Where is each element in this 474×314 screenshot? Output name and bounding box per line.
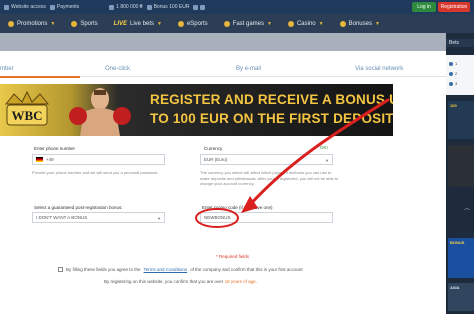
right-sidebar: Bets 1 2 3 100 ︿ BONUS ASIA xyxy=(446,33,474,314)
dice-icon xyxy=(223,20,230,27)
bonus-select[interactable]: I DON'T WANT A BONUS ▼ xyxy=(32,212,165,223)
gamepad-icon xyxy=(177,20,184,27)
phone-hint: Provide your phone number and we will se… xyxy=(32,170,158,175)
chevron-down-icon: ▼ xyxy=(325,158,329,163)
nav-bonuses[interactable]: Bonuses ▼ xyxy=(332,20,388,27)
chevron-down-icon: ▼ xyxy=(318,20,324,27)
facebook-icon[interactable] xyxy=(193,4,199,10)
registration-form: Enter phone number +49 Provide your phon… xyxy=(0,51,446,314)
gift-icon xyxy=(146,4,152,10)
bonus-label: Select a guaranteed post-registration bo… xyxy=(34,205,123,210)
overlay-backdrop xyxy=(0,33,446,51)
list-item[interactable]: 1 xyxy=(449,61,457,66)
chevron-down-icon: ▼ xyxy=(157,216,161,221)
promo-label: Enter promo code (if you have one) xyxy=(202,205,273,210)
registration-panel: mber One-click By e-mail Via social netw… xyxy=(0,51,446,314)
germany-flag-icon xyxy=(36,157,43,162)
social-icons[interactable] xyxy=(193,4,206,10)
promo-card[interactable] xyxy=(448,145,474,187)
promo-card[interactable]: ASIA xyxy=(448,283,474,311)
wallet-icon xyxy=(49,4,55,10)
nav-promotions[interactable]: Promotions ▼ xyxy=(0,20,63,27)
phone-icon xyxy=(109,4,115,10)
sidebar-heading: Bets xyxy=(446,39,474,47)
login-button[interactable]: Log in xyxy=(412,2,436,12)
age-confirmation: By registering on this website, you conf… xyxy=(104,279,257,284)
nav-esports[interactable]: eSports xyxy=(170,20,216,27)
phone-label: Enter phone number xyxy=(34,146,76,151)
main-nav: Promotions ▼ Sports LIVE Live bets ▼ eSport… xyxy=(0,14,474,33)
currency-ok: OK! xyxy=(320,145,328,150)
chevron-down-icon: ▼ xyxy=(267,20,272,27)
chevron-down-icon: ▼ xyxy=(157,20,162,27)
currency-hint: The currency you select will affect whic… xyxy=(200,170,339,186)
chevron-down-icon: ▼ xyxy=(50,20,56,27)
nav-fast-games[interactable]: Fast games ▼ xyxy=(216,20,280,27)
chevron-up-icon[interactable]: ︿ xyxy=(464,203,470,212)
currency-select[interactable]: EUR (Euro) ▼ xyxy=(200,154,333,165)
list-item[interactable]: 3 xyxy=(449,81,457,86)
terms-row: By filling these fields you agree to the… xyxy=(58,267,303,272)
nav-sports[interactable]: Sports xyxy=(63,20,105,27)
chevron-down-icon: ▼ xyxy=(374,20,380,27)
nav-casino[interactable]: Casino ▼ xyxy=(280,20,332,27)
sidebar-list: 1 2 3 xyxy=(446,55,474,95)
phone-input[interactable]: +49 xyxy=(32,154,165,165)
phone-number[interactable]: 1 800 000 ₴ xyxy=(109,4,143,10)
monitor-icon xyxy=(4,4,9,10)
percent-icon xyxy=(8,20,14,27)
promo-code-input[interactable]: NEWBONUS xyxy=(200,212,333,223)
chip-icon xyxy=(287,20,294,27)
terms-checkbox[interactable] xyxy=(58,267,63,272)
ball-icon xyxy=(71,20,78,27)
terms-link[interactable]: Terms and Conditions xyxy=(144,267,188,272)
registration-button[interactable]: Registration xyxy=(438,2,470,12)
instagram-icon[interactable] xyxy=(200,4,206,10)
nav-live-bets[interactable]: LIVE Live bets ▼ xyxy=(106,21,170,27)
list-item[interactable]: 2 xyxy=(449,71,457,76)
top-bar: Website access Payments 1 800 000 ₴ Bonu… xyxy=(0,0,474,14)
promo-card[interactable]: 100 xyxy=(448,101,474,139)
bonus-link[interactable]: Bonus 100 EUR xyxy=(146,4,189,10)
promo-card[interactable]: BONUS xyxy=(448,238,474,278)
gift-icon xyxy=(339,20,346,27)
required-note: * Required fields xyxy=(216,254,250,259)
payments-link[interactable]: Payments xyxy=(49,4,79,10)
website-access[interactable]: Website access xyxy=(4,4,46,10)
currency-label: Currency xyxy=(204,146,223,151)
